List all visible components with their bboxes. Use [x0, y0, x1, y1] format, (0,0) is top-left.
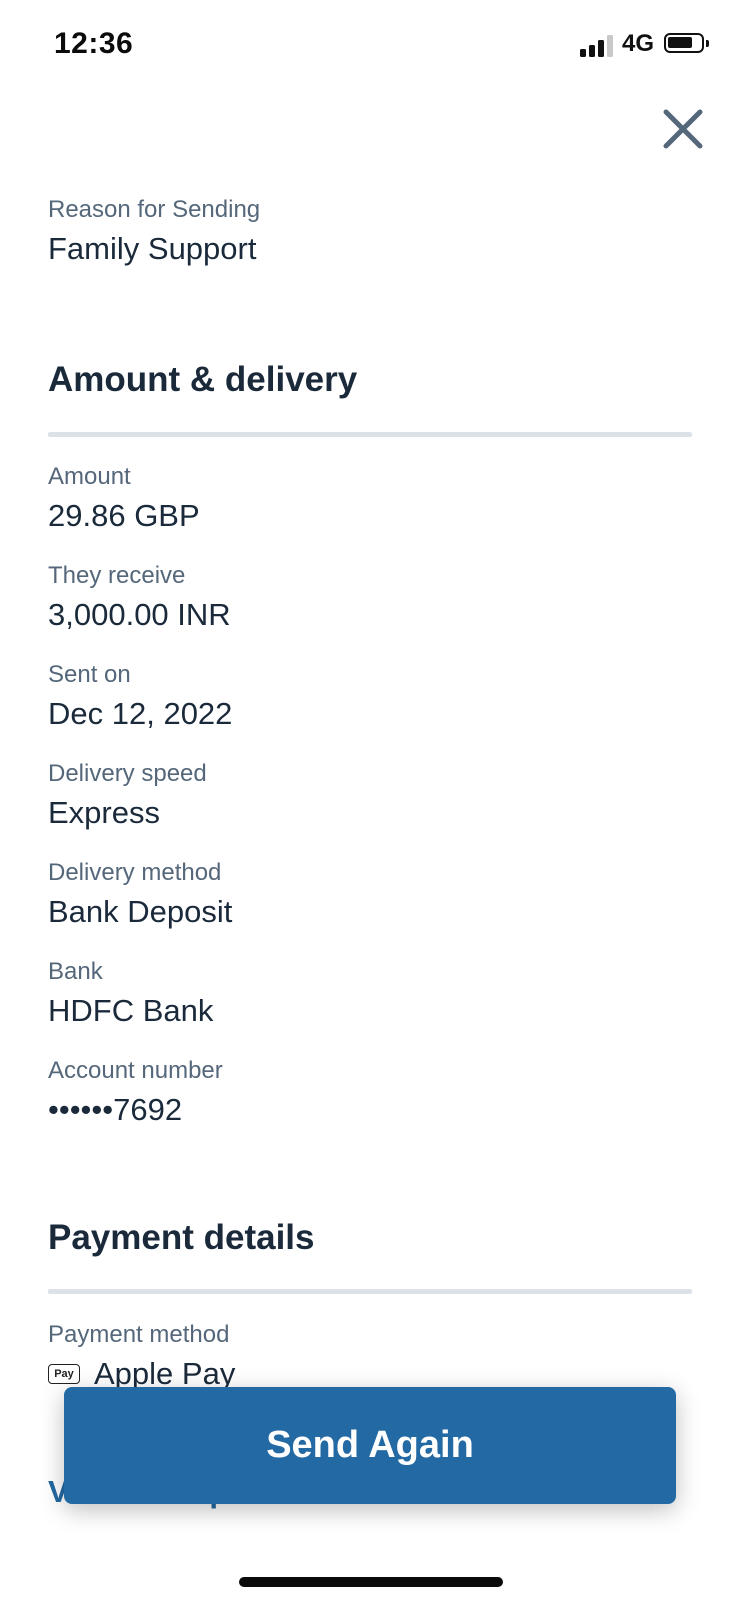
account-number-value: ••••••7692	[48, 1092, 183, 1127]
payment-details-divider	[48, 1289, 692, 1294]
close-button[interactable]	[658, 104, 708, 154]
status-bar: 12:36 4G	[0, 0, 739, 90]
sent-on-field: Sent on Dec 12, 2022	[48, 660, 232, 734]
they-receive-value: 3,000.00 INR	[48, 597, 231, 632]
amount-delivery-divider	[48, 432, 692, 437]
delivery-speed-field: Delivery speed Express	[48, 759, 207, 833]
account-number-field: Account number ••••••7692	[48, 1056, 223, 1130]
payment-method-label: Payment method	[48, 1321, 230, 1348]
amount-field: Amount 29.86 GBP	[48, 462, 200, 536]
sent-on-value: Dec 12, 2022	[48, 696, 233, 731]
reason-field: Reason for Sending Family Support	[48, 195, 260, 269]
delivery-speed-value: Express	[48, 795, 160, 830]
close-icon	[663, 109, 703, 149]
signal-icon	[580, 33, 616, 57]
apple-pay-icon: Pay	[48, 1364, 80, 1384]
amount-value: 29.86 GBP	[48, 498, 200, 533]
account-number-label: Account number	[48, 1057, 223, 1084]
battery-icon	[664, 33, 709, 53]
reason-label: Reason for Sending	[48, 196, 261, 223]
network-type: 4G	[622, 30, 655, 57]
delivery-method-label: Delivery method	[48, 859, 222, 886]
bank-field: Bank HDFC Bank	[48, 957, 213, 1031]
amount-label: Amount	[48, 463, 131, 490]
home-indicator	[239, 1577, 503, 1587]
they-receive-field: They receive 3,000.00 INR	[48, 561, 231, 635]
sent-on-label: Sent on	[48, 661, 131, 688]
reason-value: Family Support	[48, 231, 257, 266]
delivery-speed-label: Delivery speed	[48, 760, 207, 787]
delivery-method-value: Bank Deposit	[48, 894, 233, 929]
payment-details-title: Payment details	[48, 1218, 315, 1257]
they-receive-label: They receive	[48, 562, 186, 589]
delivery-method-field: Delivery method Bank Deposit	[48, 858, 232, 932]
bank-label: Bank	[48, 958, 103, 985]
bank-value: HDFC Bank	[48, 993, 214, 1028]
status-time: 12:36	[54, 27, 134, 60]
payment-method-field: Payment method Pay Apple Pay	[48, 1320, 235, 1394]
amount-delivery-title: Amount & delivery	[48, 360, 358, 399]
send-again-button[interactable]: Send Again	[64, 1387, 676, 1504]
